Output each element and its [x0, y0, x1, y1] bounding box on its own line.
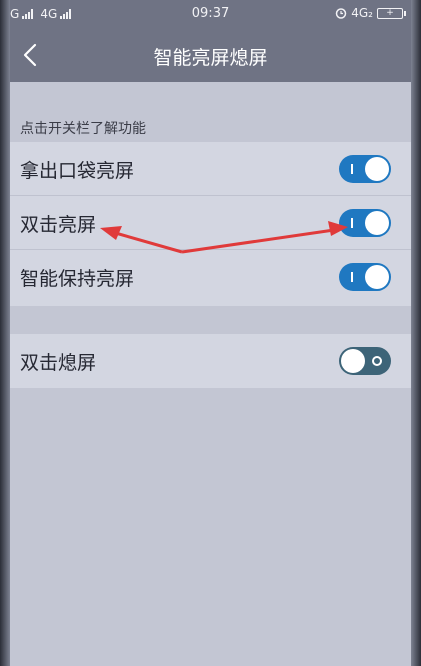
- settings-group-sleep: 双击熄屏: [10, 334, 411, 388]
- toggle-knob: [341, 349, 365, 373]
- toggle-on-mark-icon: [351, 164, 353, 174]
- setting-row-pocket-wake[interactable]: 拿出口袋亮屏: [10, 142, 411, 196]
- setting-row-double-tap-wake[interactable]: 双击亮屏: [10, 196, 411, 250]
- header: 智能亮屏熄屏: [10, 28, 411, 82]
- network-label: 4G₂: [351, 6, 373, 20]
- toggle-off-mark-icon: [372, 356, 382, 366]
- toggle-on-mark-icon: [351, 272, 353, 282]
- page-title: 智能亮屏熄屏: [153, 47, 268, 69]
- setting-row-smart-stay-awake[interactable]: 智能保持亮屏: [10, 250, 411, 304]
- toggle-knob: [365, 157, 389, 181]
- setting-row-double-tap-sleep[interactable]: 双击熄屏: [10, 334, 411, 388]
- pocket-wake-toggle[interactable]: [339, 155, 391, 183]
- settings-group-wake: 拿出口袋亮屏 双击亮屏 智能保持亮屏: [10, 142, 411, 306]
- toggle-knob: [365, 211, 389, 235]
- status-bar: G 4G 09:37 4G₂ +: [10, 0, 411, 28]
- status-right: 4G₂ +: [335, 6, 406, 20]
- battery-icon: +: [377, 7, 406, 19]
- toggle-on-mark-icon: [351, 218, 353, 228]
- setting-label: 智能保持亮屏: [20, 268, 135, 290]
- section-hint: 点击开关栏了解功能: [20, 121, 146, 137]
- alarm-icon: [336, 8, 347, 19]
- setting-label: 拿出口袋亮屏: [20, 160, 135, 182]
- setting-label: 双击亮屏: [20, 214, 97, 236]
- double-tap-sleep-toggle[interactable]: [339, 347, 391, 375]
- toggle-knob: [365, 265, 389, 289]
- screen: G 4G 09:37 4G₂ + 智能亮屏熄屏 点击开关栏了解功能 拿出口袋亮屏: [10, 0, 411, 666]
- double-tap-wake-toggle[interactable]: [339, 209, 391, 237]
- setting-label: 双击熄屏: [20, 352, 97, 374]
- smart-stay-awake-toggle[interactable]: [339, 263, 391, 291]
